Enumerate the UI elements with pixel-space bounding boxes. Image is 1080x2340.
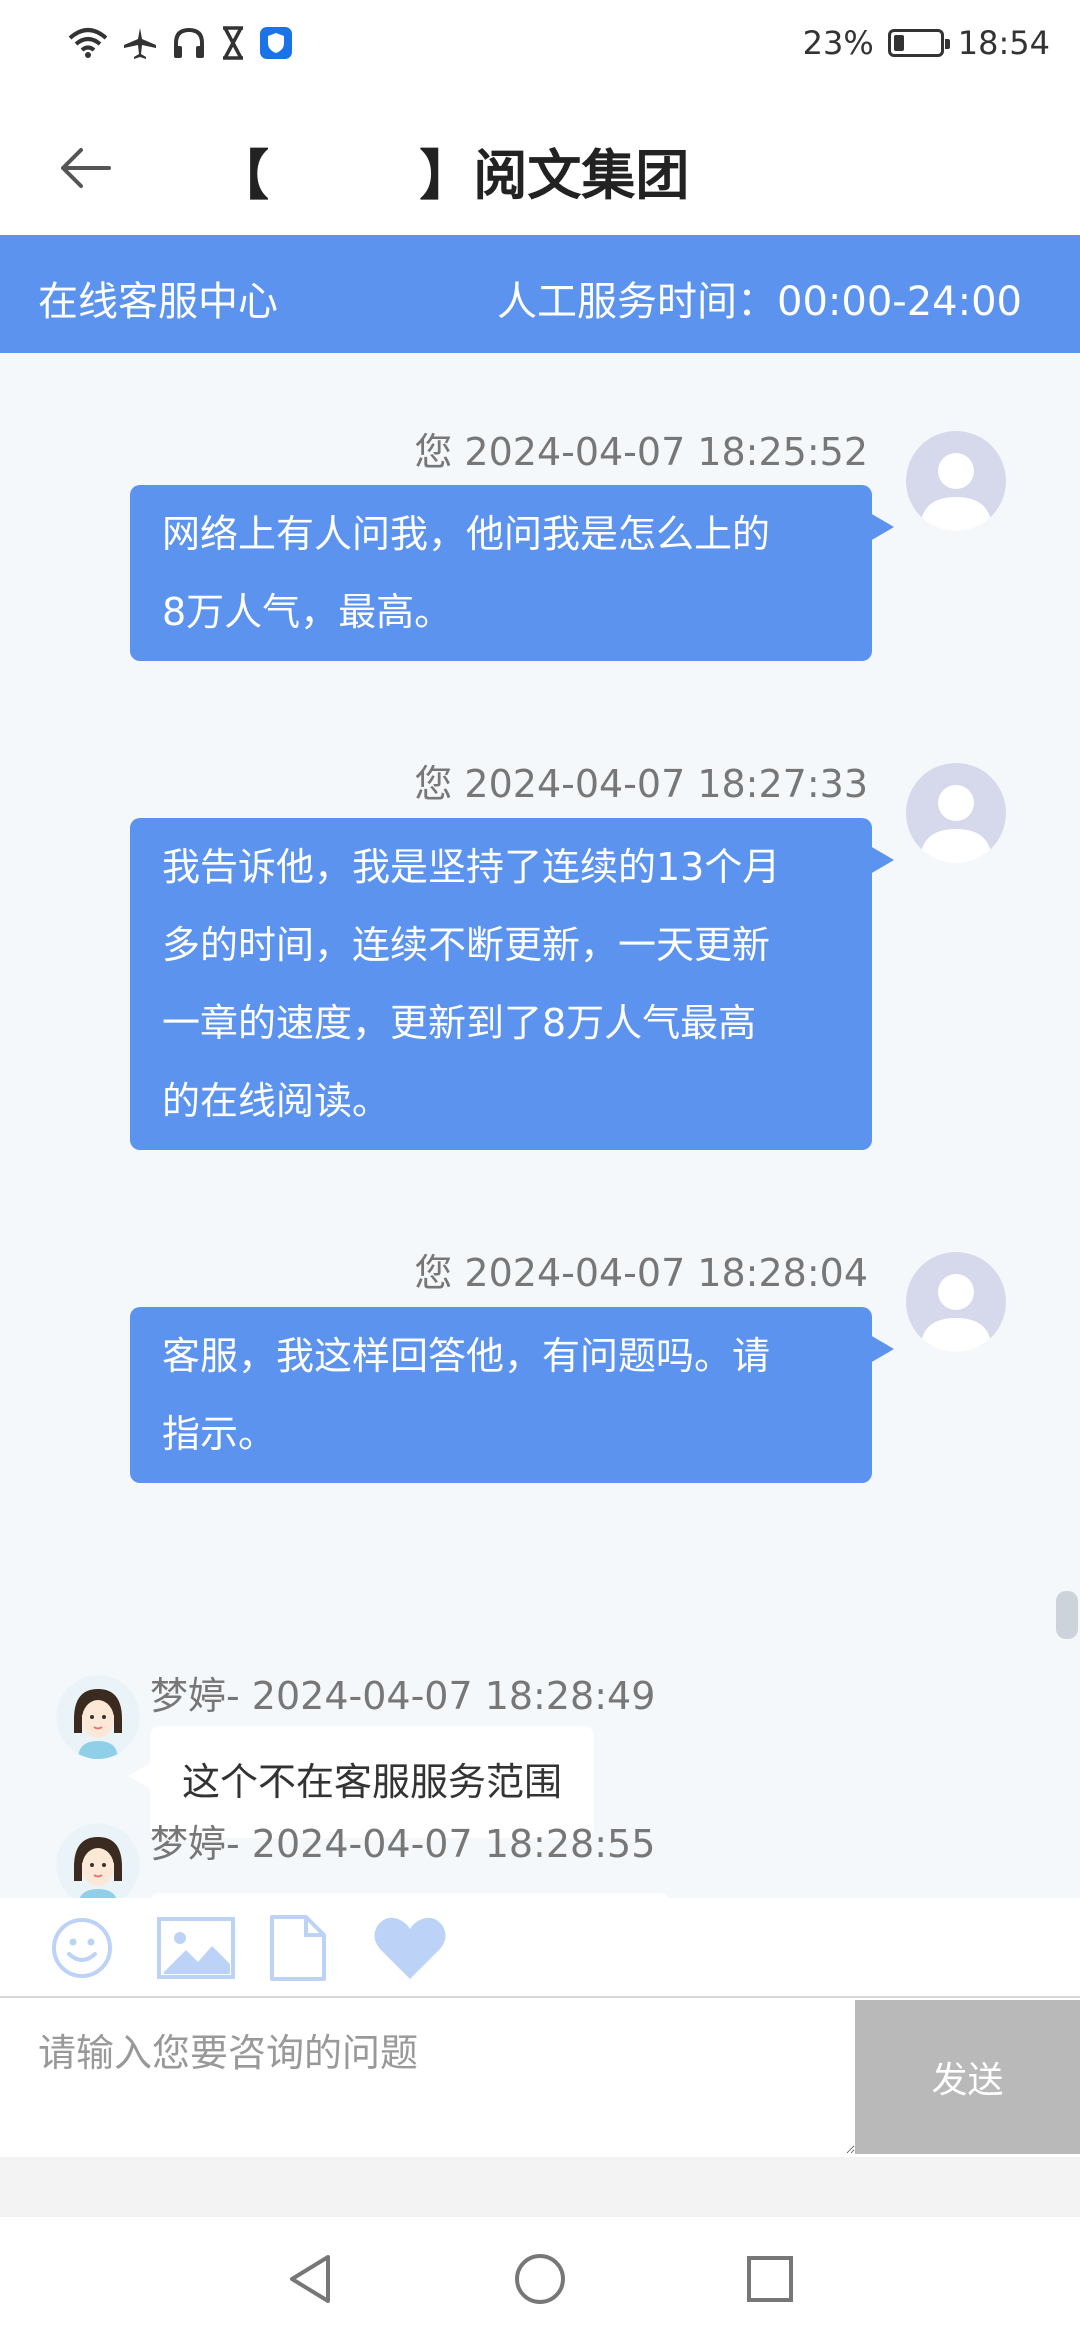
input-toolbar [0, 1898, 1080, 1998]
message-line: 多的时间，连续不断更新，一天更新 [162, 923, 771, 967]
message-bubble: 网络上有人问我，他问我是怎么上的 8万人气，最高。 [130, 485, 894, 661]
message-line: 网络上有人问我，他问我是怎么上的 [162, 512, 771, 556]
wifi-icon [68, 26, 108, 60]
send-button[interactable]: 发送 [855, 2000, 1080, 2154]
image-button[interactable] [156, 1912, 236, 1984]
back-triangle-icon [290, 2255, 330, 2303]
message-meta: 您 2024-04-07 18:27:33 [414, 762, 868, 806]
user-avatar-icon [920, 785, 992, 863]
scrollbar-thumb[interactable] [1056, 1591, 1078, 1639]
message-line: 的在线阅读。 [162, 1079, 391, 1123]
agent-avatar [56, 1823, 140, 1898]
user-avatar-icon [920, 453, 992, 531]
file-icon [270, 1915, 326, 1981]
agent-avatar [56, 1675, 140, 1759]
nav-back-button[interactable] [280, 2249, 340, 2309]
page-title: 【 】阅文集团 [215, 144, 690, 207]
bottom-spacer [0, 2157, 1080, 2217]
favorite-button[interactable] [370, 1912, 450, 1984]
message-meta: 您 2024-04-07 18:25:52 [414, 430, 868, 474]
emoji-button[interactable] [42, 1912, 122, 1984]
battery-fill [893, 35, 904, 51]
image-icon [157, 1917, 235, 1979]
headphones-icon [172, 26, 206, 60]
system-nav-bar [0, 2217, 1080, 2340]
message-line: 一章的速度，更新到了8万人气最高 [162, 1001, 757, 1045]
back-button[interactable] [50, 133, 120, 203]
battery-percent: 23% [802, 24, 874, 62]
battery-icon [887, 29, 950, 57]
message-line: 客服，我这样回答他，有问题吗。请 [162, 1334, 771, 1378]
back-arrow-icon [61, 148, 111, 188]
status-right: 23% 18:54 [803, 24, 1050, 62]
airplane-icon [122, 26, 158, 60]
file-button[interactable] [258, 1912, 338, 1984]
user-avatar [906, 763, 1006, 863]
service-hours-label: 人工服务时间：00:00-24:00 [497, 279, 1022, 325]
title-bar: 【 】阅文集团 [0, 95, 1080, 235]
agent-avatar-icon [56, 1675, 140, 1759]
user-avatar-icon [920, 1274, 992, 1352]
service-header: 在线客服中心 人工服务时间：00:00-24:00 [0, 235, 1080, 353]
message-line: 8万人气，最高。 [162, 590, 453, 634]
status-bar: 23% 18:54 [0, 0, 1080, 95]
shield-app-icon [260, 27, 292, 59]
nav-home-button[interactable] [510, 2249, 570, 2309]
heart-icon [374, 1917, 446, 1979]
emoji-icon [52, 1918, 112, 1978]
message-line: 指示。 [162, 1412, 277, 1456]
recents-square-icon [747, 2256, 793, 2302]
message-line: 我告诉他，我是坚持了连续的13个月 [162, 845, 781, 889]
user-avatar [906, 1252, 1006, 1352]
message-meta: 梦婷- 2024-04-07 18:28:55 [150, 1822, 656, 1866]
message-bubble: 我告诉他，我是坚持了连续的13个月 多的时间，连续不断更新，一天更新 一章的速度… [130, 818, 894, 1150]
hourglass-icon [220, 26, 246, 60]
message-input[interactable] [0, 2000, 855, 2154]
input-row: 发送 [0, 2000, 1080, 2154]
home-circle-icon [515, 2254, 565, 2304]
chat-area[interactable]: 您 2024-04-07 18:25:52 网络上有人问我，他问我是怎么上的 8… [0, 353, 1080, 1898]
status-icons [68, 26, 292, 60]
user-avatar [906, 431, 1006, 531]
message-meta: 您 2024-04-07 18:28:04 [414, 1251, 868, 1295]
clock: 18:54 [957, 24, 1050, 62]
message-bubble: 客服，我这样回答他，有问题吗。请 指示。 [130, 1307, 894, 1483]
agent-avatar-icon [56, 1823, 140, 1898]
nav-recents-button[interactable] [740, 2249, 800, 2309]
service-center-label: 在线客服中心 [38, 279, 278, 325]
message-meta: 梦婷- 2024-04-07 18:28:49 [150, 1674, 656, 1718]
